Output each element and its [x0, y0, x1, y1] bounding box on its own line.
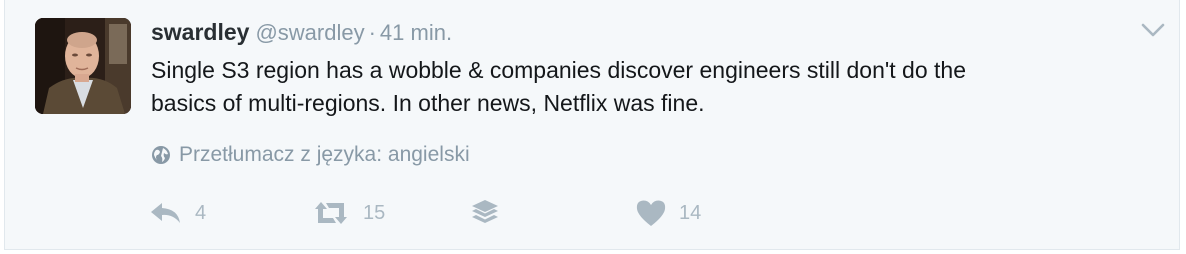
globe-icon	[152, 146, 170, 164]
like-button[interactable]: 14	[635, 198, 701, 228]
layers-icon	[472, 200, 498, 223]
author-username[interactable]: @swardley	[255, 20, 364, 45]
retweet-count: 15	[363, 201, 386, 224]
reply-count: 4	[195, 201, 207, 224]
translate-link[interactable]: Przetłumacz z języka: angielski	[151, 142, 470, 168]
tweet-card[interactable]: swardley @swardley · 41 min. Single S3 regi…	[4, 0, 1180, 250]
tweet-header: swardley @swardley · 41 min.	[151, 17, 452, 47]
like-count: 14	[679, 201, 702, 224]
reply-button[interactable]: 4	[149, 198, 206, 228]
reply-icon	[151, 203, 180, 223]
heart-icon	[636, 200, 666, 226]
header-separator: ·	[368, 20, 376, 45]
retweet-button[interactable]: 15	[311, 198, 385, 228]
buffer-button[interactable]	[469, 198, 501, 228]
tweet-text: Single S3 region has a wobble & companie…	[151, 54, 1161, 120]
tweet-text-line: basics of multi-regions. In other news, …	[151, 90, 705, 116]
avatar[interactable]	[35, 18, 131, 114]
chevron-down-icon	[1141, 23, 1165, 37]
tweet-text-line: Single S3 region has a wobble & companie…	[151, 57, 966, 83]
author-fullname[interactable]: swardley	[151, 19, 249, 45]
avatar-photo	[35, 18, 131, 114]
retweet-icon	[315, 202, 347, 224]
translate-label: Przetłumacz z języka: angielski	[179, 143, 470, 166]
tweet-timestamp[interactable]: 41 min.	[380, 20, 452, 45]
more-options-button[interactable]	[1139, 20, 1167, 40]
